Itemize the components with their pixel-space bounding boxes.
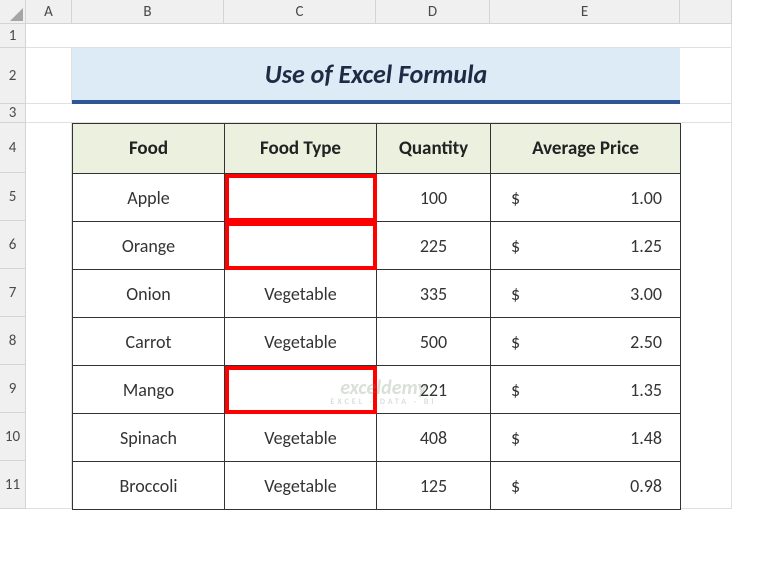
- table-row: CarrotVegetable500$2.50: [73, 318, 681, 366]
- cell-quantity[interactable]: 335: [377, 270, 491, 318]
- cell-average-price[interactable]: $1.35: [491, 366, 681, 414]
- currency-symbol: $: [511, 475, 520, 497]
- table-row: OnionVegetable335$3.00: [73, 270, 681, 318]
- row-header-7[interactable]: 7: [0, 269, 26, 317]
- table-row: Orange 225$1.25: [73, 222, 681, 270]
- header-food-type[interactable]: Food Type: [225, 124, 377, 174]
- cell-quantity[interactable]: 100: [377, 174, 491, 222]
- row-header-2[interactable]: 2: [0, 48, 26, 104]
- col-header-A[interactable]: A: [26, 0, 72, 24]
- cell-food-type[interactable]: Vegetable: [225, 462, 377, 510]
- cell-quantity[interactable]: 221: [377, 366, 491, 414]
- cell-average-price[interactable]: $1.25: [491, 222, 681, 270]
- cell-average-price[interactable]: $0.98: [491, 462, 681, 510]
- cell-quantity[interactable]: 225: [377, 222, 491, 270]
- table-row: BroccoliVegetable125$0.98: [73, 462, 681, 510]
- col-header-E[interactable]: E: [490, 0, 680, 24]
- table-row: Apple 100$1.00: [73, 174, 681, 222]
- header-quantity[interactable]: Quantity: [377, 124, 491, 174]
- row-header-5[interactable]: 5: [0, 173, 26, 221]
- data-table: Food Food Type Quantity Average Price Ap…: [72, 123, 681, 510]
- cell-quantity[interactable]: 408: [377, 414, 491, 462]
- row-header-8[interactable]: 8: [0, 317, 26, 365]
- cell-food[interactable]: Broccoli: [73, 462, 225, 510]
- row-header-1[interactable]: 1: [0, 24, 26, 48]
- cell-food[interactable]: Apple: [73, 174, 225, 222]
- cell-food-type[interactable]: Vegetable: [225, 270, 377, 318]
- cell-food[interactable]: Orange: [73, 222, 225, 270]
- col-header-D[interactable]: D: [376, 0, 490, 24]
- data-table-wrap: Food Food Type Quantity Average Price Ap…: [72, 123, 680, 509]
- header-average-price[interactable]: Average Price: [491, 124, 681, 174]
- cell-quantity[interactable]: 500: [377, 318, 491, 366]
- row-header-11[interactable]: 11: [0, 461, 26, 509]
- cell-food[interactable]: Mango: [73, 366, 225, 414]
- cell-food-type[interactable]: [225, 222, 377, 270]
- spreadsheet-grid: A B C D E 1 2 Use of Excel Formula 3 4 5…: [0, 0, 767, 509]
- cell-food-type[interactable]: Vegetable: [225, 318, 377, 366]
- row-header-4[interactable]: 4: [0, 123, 26, 173]
- title-banner: Use of Excel Formula: [72, 48, 680, 104]
- header-food[interactable]: Food: [73, 124, 225, 174]
- cell-food-type[interactable]: Vegetable: [225, 414, 377, 462]
- cell-average-price[interactable]: $1.48: [491, 414, 681, 462]
- cell-food[interactable]: Spinach: [73, 414, 225, 462]
- currency-symbol: $: [511, 187, 520, 209]
- cell-food-type[interactable]: [225, 174, 377, 222]
- currency-symbol: $: [511, 379, 520, 401]
- col-header-C[interactable]: C: [224, 0, 376, 24]
- table-header-row: Food Food Type Quantity Average Price: [73, 124, 681, 174]
- table-row: Mango 221$1.35: [73, 366, 681, 414]
- cell-average-price[interactable]: $3.00: [491, 270, 681, 318]
- cell-quantity[interactable]: 125: [377, 462, 491, 510]
- cell-average-price[interactable]: $2.50: [491, 318, 681, 366]
- currency-symbol: $: [511, 427, 520, 449]
- col-header-B[interactable]: B: [72, 0, 224, 24]
- currency-symbol: $: [511, 235, 520, 257]
- cell-food[interactable]: Carrot: [73, 318, 225, 366]
- title-text: Use of Excel Formula: [265, 58, 487, 90]
- row-header-6[interactable]: 6: [0, 221, 26, 269]
- col-header-blank[interactable]: [680, 0, 732, 24]
- cell-average-price[interactable]: $1.00: [491, 174, 681, 222]
- cell-food[interactable]: Onion: [73, 270, 225, 318]
- table-row: SpinachVegetable408$1.48: [73, 414, 681, 462]
- row-header-9[interactable]: 9: [0, 365, 26, 413]
- row-header-10[interactable]: 10: [0, 413, 26, 461]
- cell-food-type[interactable]: [225, 366, 377, 414]
- currency-symbol: $: [511, 283, 520, 305]
- currency-symbol: $: [511, 331, 520, 353]
- row-header-3[interactable]: 3: [0, 104, 26, 123]
- select-all-corner[interactable]: [0, 0, 26, 24]
